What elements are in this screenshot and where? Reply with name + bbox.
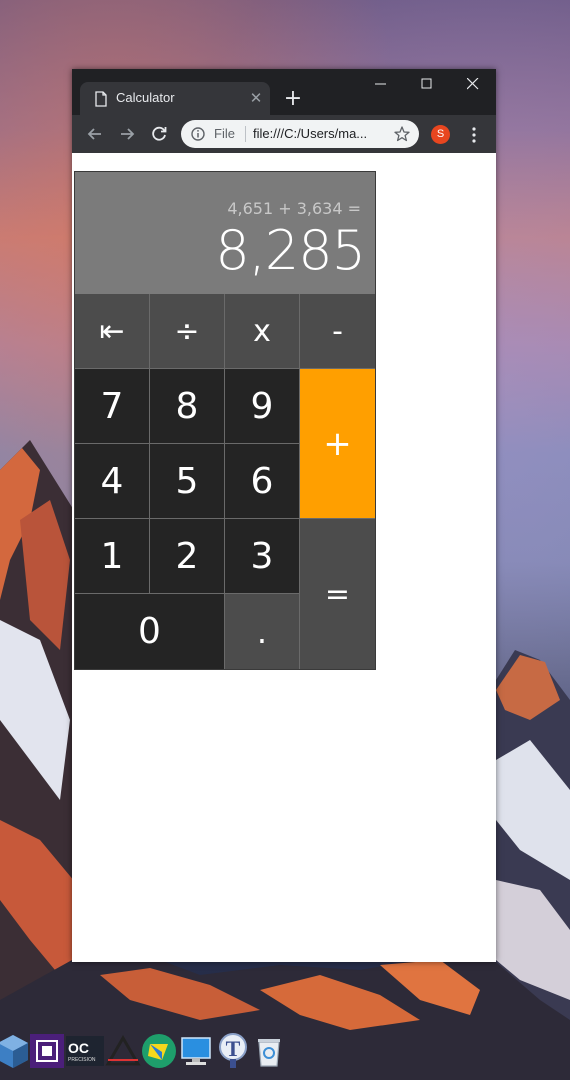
- close-icon[interactable]: ✕: [246, 88, 266, 108]
- browser-titlebar: Calculator ✕ +: [72, 69, 496, 115]
- browser-toolbar: File file:///C:/Users/ma... S: [72, 115, 496, 153]
- minimize-icon: [375, 83, 386, 85]
- page-content: 4,651 + 3,634 = 8,285 ⇤ ÷ x - 7 8 9 + 4 …: [72, 153, 496, 962]
- divide-button[interactable]: ÷: [150, 294, 225, 369]
- oc-precision-sublabel: PRECISION: [68, 1057, 96, 1063]
- digit-0-button[interactable]: 0: [75, 594, 225, 669]
- close-icon: [467, 78, 479, 90]
- star-icon[interactable]: [393, 125, 411, 143]
- tab-title: Calculator: [116, 90, 175, 105]
- calculator: 4,651 + 3,634 = 8,285 ⇤ ÷ x - 7 8 9 + 4 …: [74, 171, 376, 670]
- monitor-icon[interactable]: [178, 1032, 216, 1070]
- calculator-display: 4,651 + 3,634 = 8,285: [75, 172, 375, 294]
- browser-window: Calculator ✕ + File file:///C:/Users/ma.…: [72, 69, 496, 962]
- expression-text: 4,651 + 3,634 =: [227, 199, 361, 218]
- digit-1-button[interactable]: 1: [75, 519, 150, 594]
- typora-icon[interactable]: T: [214, 1032, 252, 1070]
- new-tab-button[interactable]: +: [280, 86, 306, 112]
- digit-6-button[interactable]: 6: [225, 444, 300, 519]
- minimize-button[interactable]: [358, 69, 404, 99]
- digit-9-button[interactable]: 9: [225, 369, 300, 444]
- back-arrow-icon[interactable]: [84, 123, 106, 145]
- multiply-button[interactable]: x: [225, 294, 300, 369]
- reload-icon[interactable]: [148, 123, 170, 145]
- page-icon: [95, 91, 107, 107]
- taskbar: OC PRECISION T: [0, 1026, 570, 1080]
- green-cube-icon[interactable]: [140, 1032, 178, 1070]
- triangle-logo-icon[interactable]: [104, 1032, 142, 1070]
- result-text: 8,285: [215, 219, 366, 282]
- plus-button[interactable]: +: [300, 369, 375, 519]
- digit-5-button[interactable]: 5: [150, 444, 225, 519]
- backspace-button[interactable]: ⇤: [75, 294, 150, 369]
- recycle-bin-icon[interactable]: [250, 1032, 288, 1070]
- close-window-button[interactable]: [450, 69, 496, 99]
- url-scheme-label: File: [214, 126, 235, 141]
- tab-calculator[interactable]: Calculator ✕: [80, 82, 270, 115]
- kebab-menu-icon[interactable]: [465, 125, 483, 145]
- digit-4-button[interactable]: 4: [75, 444, 150, 519]
- forward-arrow-icon[interactable]: [116, 123, 138, 145]
- digit-8-button[interactable]: 8: [150, 369, 225, 444]
- svg-text:T: T: [226, 1036, 241, 1061]
- oc-precision-icon[interactable]: OC PRECISION: [66, 1032, 104, 1070]
- cpu-chip-icon[interactable]: [28, 1032, 66, 1070]
- address-bar[interactable]: File file:///C:/Users/ma...: [181, 120, 419, 148]
- digit-7-button[interactable]: 7: [75, 369, 150, 444]
- minus-button[interactable]: -: [300, 294, 375, 369]
- info-icon[interactable]: [191, 127, 205, 141]
- oc-precision-label: OC: [68, 1040, 89, 1056]
- avatar[interactable]: S: [431, 125, 450, 144]
- maximize-button[interactable]: [404, 69, 450, 99]
- omnibox-divider: [245, 126, 246, 142]
- digit-2-button[interactable]: 2: [150, 519, 225, 594]
- digit-3-button[interactable]: 3: [225, 519, 300, 594]
- url-text[interactable]: file:///C:/Users/ma...: [253, 126, 367, 141]
- maximize-icon: [421, 78, 432, 89]
- equals-button[interactable]: =: [300, 519, 375, 669]
- decimal-button[interactable]: .: [225, 594, 300, 669]
